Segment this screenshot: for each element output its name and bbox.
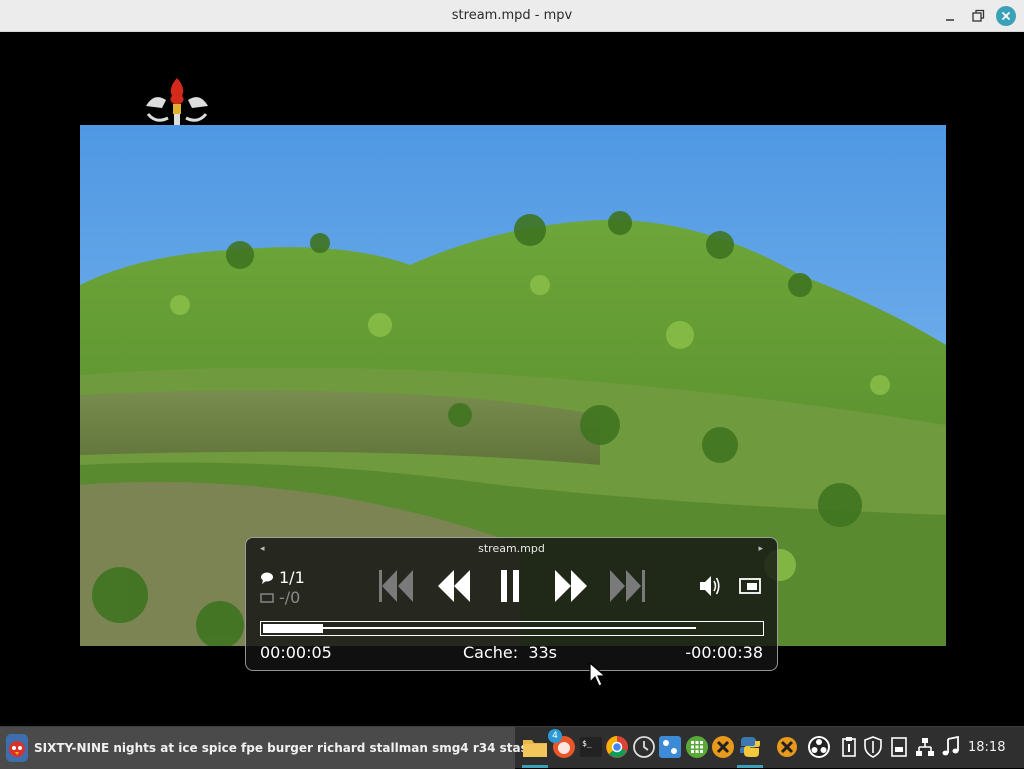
pause-button[interactable] xyxy=(498,566,524,606)
pause-icon xyxy=(501,570,519,602)
folder-icon[interactable] xyxy=(522,734,548,760)
music-icon[interactable] xyxy=(938,734,964,760)
close-icon xyxy=(1001,11,1011,21)
svg-text:$_: $_ xyxy=(582,739,592,748)
title-bar: stream.mpd - mpv xyxy=(0,0,1024,32)
clock-icon[interactable] xyxy=(631,734,657,760)
mouse-cursor-icon xyxy=(589,662,607,687)
taskbar-clock[interactable]: 18:18 xyxy=(968,727,1005,769)
puzzle-icon[interactable] xyxy=(657,734,683,760)
fast-forward-icon xyxy=(555,570,587,602)
network-icon[interactable] xyxy=(912,734,938,760)
maximize-button[interactable] xyxy=(968,6,988,26)
python-icon[interactable] xyxy=(737,734,763,760)
speech-bubble-icon xyxy=(261,572,273,584)
chrome-icon[interactable] xyxy=(604,734,630,760)
audio-track-button[interactable]: -/0 xyxy=(260,588,300,607)
video-area[interactable]: ◂ stream.mpd ▸ 1/1 -/0 00:00:05 Cache: 3… xyxy=(0,32,1024,726)
close-button[interactable] xyxy=(996,6,1016,26)
minimize-icon xyxy=(946,19,954,21)
cross-app-icon[interactable] xyxy=(710,734,736,760)
volume-button[interactable] xyxy=(698,566,722,606)
cache-status: Cache: 33s xyxy=(463,643,558,662)
active-window-title: SIXTY-NINE nights at ice spice fpe burge… xyxy=(34,741,537,755)
save-icon[interactable] xyxy=(886,734,912,760)
terminal-icon[interactable]: $_ xyxy=(578,734,604,760)
fast-forward-button[interactable] xyxy=(553,566,589,606)
media-title[interactable]: stream.mpd xyxy=(246,542,777,555)
time-remaining[interactable]: -00:00:38 xyxy=(685,643,763,662)
angry-bird-icon xyxy=(6,734,28,762)
subtitle-track-button[interactable]: 1/1 xyxy=(260,568,305,587)
volume-icon xyxy=(700,576,720,596)
skip-forward-button[interactable] xyxy=(608,566,648,606)
grid-app-icon[interactable] xyxy=(684,734,710,760)
shield-icon[interactable] xyxy=(860,734,886,760)
taskbar: SIXTY-NINE nights at ice spice fpe burge… xyxy=(0,726,1024,769)
skip-back-button[interactable] xyxy=(377,566,415,606)
clipboard-icon[interactable] xyxy=(836,734,862,760)
channel-logo xyxy=(146,78,208,126)
player-controls: ◂ stream.mpd ▸ 1/1 -/0 00:00:05 Cache: 3… xyxy=(245,537,778,671)
notification-badge: 4 xyxy=(548,729,562,743)
seek-progress xyxy=(263,624,323,633)
time-elapsed[interactable]: 00:00:05 xyxy=(260,643,332,662)
rewind-button[interactable] xyxy=(436,566,472,606)
seek-cache-line xyxy=(263,627,696,629)
fullscreen-icon xyxy=(739,578,761,594)
taskbar-active-window[interactable]: SIXTY-NINE nights at ice spice fpe burge… xyxy=(0,727,536,769)
obs-icon[interactable] xyxy=(806,734,832,760)
fullscreen-button[interactable] xyxy=(738,566,762,606)
subtitle-track-label: 1/1 xyxy=(279,568,305,587)
skip-to-start-icon xyxy=(379,570,413,602)
rewind-icon xyxy=(438,570,470,602)
seek-bar[interactable] xyxy=(260,621,764,636)
playlist-next-arrow[interactable]: ▸ xyxy=(758,544,763,554)
skip-to-end-icon xyxy=(610,570,645,602)
restore-icon xyxy=(972,9,985,22)
minimize-button[interactable] xyxy=(940,6,960,26)
audio-track-icon xyxy=(260,592,274,603)
window-title: stream.mpd - mpv xyxy=(451,8,573,23)
cross-tray-icon[interactable] xyxy=(774,734,800,760)
audio-track-label: -/0 xyxy=(279,588,301,607)
